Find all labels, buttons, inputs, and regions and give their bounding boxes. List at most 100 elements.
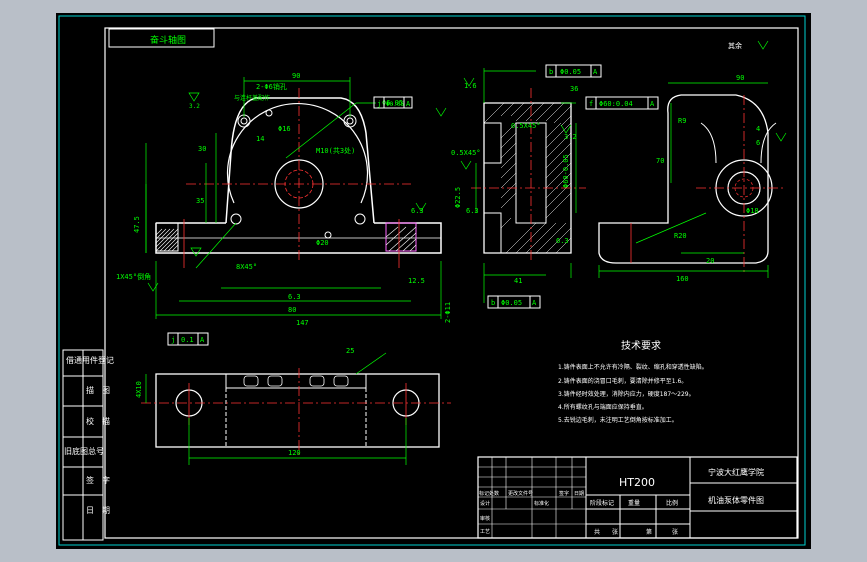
tb-total: 共 bbox=[594, 528, 600, 536]
side-section-view: 0.5X45° 0.5X45° 36 41 3.2 6.3 1.6 6.3 Φ6… bbox=[451, 68, 586, 303]
dim-front-47.5: 47.5 bbox=[133, 216, 141, 233]
dim-side-6.3: 6.3 bbox=[556, 237, 569, 245]
tol-bl-a: A bbox=[200, 336, 205, 344]
tol-front-a: A bbox=[406, 100, 411, 108]
right-view-note: 其余 bbox=[728, 41, 742, 50]
dim-right-6: 6 bbox=[756, 139, 760, 147]
side-label-3: 校 描 bbox=[86, 416, 110, 426]
tech-req-title: 技术要求 bbox=[621, 339, 661, 352]
tb-label-review: 审核 bbox=[480, 515, 490, 522]
dim-right-r20: R20 bbox=[674, 232, 687, 240]
cad-viewport: 奋斗轴图 借通用件登记 描 图 校 描 旧底图总号 签 字 日 期 90 80 … bbox=[56, 13, 811, 549]
dim-right-70: 70 bbox=[656, 157, 664, 165]
school-name: 宁波大红鹰学院 bbox=[708, 467, 764, 477]
tech-requirements: 技术要求 1.铸件表面上不允许有冷隔、裂纹、缩孔和穿透性缺陷。 2.铸件表面的浇… bbox=[558, 339, 708, 424]
side-labels: 借通用件登记 描 图 校 描 旧底图总号 签 字 日 期 bbox=[63, 350, 114, 540]
tol-sidebot-b: b bbox=[491, 299, 495, 307]
material: HT200 bbox=[619, 476, 655, 489]
front-view: 90 80 6.3 2-Φ6销孔 与连杆盖配作 Φ16 Φ6.05 M10(共3… bbox=[116, 72, 452, 327]
tech-req-5: 5.去锐边毛刺，未注明工艺倒角按标准加工。 bbox=[558, 416, 678, 424]
dim-front-90: 90 bbox=[292, 72, 300, 80]
dim-right-90: 90 bbox=[736, 74, 744, 82]
tol-bl-val: 0.1 bbox=[181, 336, 194, 344]
dim-right-4: 4 bbox=[756, 125, 760, 133]
tol-sidebot-val: Φ0.05 bbox=[501, 299, 522, 307]
tech-req-1: 1.铸件表面上不允许有冷隔、裂纹、缩孔和穿透性缺陷。 bbox=[558, 363, 708, 371]
tol-side-val: Φ0.05 bbox=[560, 68, 581, 76]
side-label-6: 日 期 bbox=[86, 506, 110, 515]
roughness-3.2: 3.2 bbox=[189, 103, 200, 110]
tolerance-frame-side-top: b Φ0.05 A bbox=[545, 64, 602, 78]
side-label-1: 借通用件登记 bbox=[66, 355, 114, 365]
dim-front-1x45: 1X45°倒角 bbox=[116, 272, 151, 281]
dim-side-6.3b: 6.3 bbox=[466, 207, 479, 215]
dim-front-6.3: 6.3 bbox=[288, 293, 301, 301]
dim-right-160: 160 bbox=[676, 275, 689, 283]
tb-sheet: 张 bbox=[672, 528, 678, 536]
dim-front-14: 14 bbox=[256, 135, 264, 143]
tol-side-a: A bbox=[593, 68, 598, 76]
dim-side-41: 41 bbox=[514, 277, 522, 285]
top-left-tag: 奋斗轴图 bbox=[150, 34, 186, 46]
inner-border bbox=[104, 27, 799, 539]
tol-sidemid-a: A bbox=[650, 100, 655, 108]
right-view: 160 90 R9 4 6 Φ18 R20 20 70 其余 bbox=[598, 41, 786, 283]
dim-side-phi60: Φ60-0.05 bbox=[562, 154, 570, 188]
tech-req-2: 2.铸件表面的浇冒口毛刺，要清除并修平至1.6。 bbox=[558, 377, 687, 385]
tol-sidemid-f: f bbox=[589, 100, 593, 108]
drawing-name: 机油泵体零件图 bbox=[708, 495, 764, 505]
dim-right-20: 20 bbox=[706, 257, 714, 265]
dim-front-chamfer: 8X45° bbox=[236, 263, 257, 271]
dim-side-phi22: Φ22.5 bbox=[454, 187, 462, 208]
dim-front-phi16: Φ16 bbox=[278, 125, 291, 133]
tol-front-j: j bbox=[377, 100, 381, 108]
dim-side-chamfer2: 0.5X45° bbox=[511, 122, 541, 130]
dim-front-6.3b: 6.3 bbox=[411, 207, 424, 215]
tb-label-change: 更改文件号 bbox=[508, 490, 533, 497]
tolerance-frame-bottom-left: j 0.1 A bbox=[167, 332, 209, 346]
dim-bottom-25: 25 bbox=[346, 347, 354, 355]
tb-stage: 阶段标记 bbox=[590, 499, 614, 507]
title-block: HT200 宁波大红鹰学院 机油泵体零件图 标记处数 更改文件号 签字 日期 设… bbox=[477, 456, 798, 539]
dim-pin-note: 与连杆盖配作 bbox=[234, 94, 270, 102]
dim-front-m10: M10(共3处) bbox=[316, 146, 355, 155]
tb-label-sign: 签字 bbox=[559, 490, 569, 497]
dim-bottom-120: 120 bbox=[288, 449, 301, 457]
dim-front-2phi11: 2-Φ11 bbox=[444, 302, 452, 323]
dim-bottom-4x10: 4X10 bbox=[135, 381, 143, 398]
dim-2-pinholes: 2-Φ6销孔 bbox=[256, 82, 287, 91]
tb-label-date: 日期 bbox=[574, 491, 584, 497]
tol-sidemid-val: Φ60:0.04 bbox=[599, 100, 633, 108]
tech-req-4: 4.所有螺纹孔与端面应保持垂直。 bbox=[558, 403, 648, 411]
tb-label-standard: 标准化 bbox=[534, 500, 549, 507]
dim-front-phi20: Φ20 bbox=[316, 239, 329, 247]
dim-front-35: 35 bbox=[196, 197, 204, 205]
tol-bl-j: j bbox=[171, 336, 175, 344]
side-label-5: 签 字 bbox=[86, 475, 110, 485]
dim-side-1.6: 1.6 bbox=[464, 82, 477, 90]
tb-no: 第 bbox=[646, 528, 652, 536]
tol-side-b: b bbox=[549, 68, 553, 76]
side-label-2: 描 图 bbox=[86, 385, 110, 395]
tol-front-val: Φ0.05 bbox=[386, 101, 404, 108]
tb-weight: 重量 bbox=[628, 499, 640, 507]
dim-front-12.5: 12.5 bbox=[408, 277, 425, 285]
tb-label-design: 设计 bbox=[480, 500, 490, 507]
dim-right-phi18: Φ18 bbox=[746, 207, 759, 215]
tb-label-process: 工艺 bbox=[480, 529, 490, 535]
drawing-canvas: 奋斗轴图 借通用件登记 描 图 校 描 旧底图总号 签 字 日 期 90 80 … bbox=[58, 15, 806, 546]
tb-label-marks: 标记处数 bbox=[479, 490, 499, 497]
tb-scale: 比例 bbox=[666, 499, 678, 507]
dim-front-80: 80 bbox=[288, 306, 296, 314]
tolerance-frame-side-mid: f Φ60:0.04 A bbox=[585, 96, 659, 110]
bottom-view: 120 25 4X10 bbox=[135, 347, 451, 465]
dim-front-147: 147 bbox=[296, 319, 309, 327]
dim-front-30: 30 bbox=[198, 145, 206, 153]
tech-req-3: 3.铸件经时效处理，消除内应力，硬度187～229。 bbox=[558, 390, 695, 398]
side-label-4: 旧底图总号 bbox=[64, 446, 104, 456]
tb-sheets: 张 bbox=[612, 528, 618, 536]
tol-sidebot-a: A bbox=[532, 299, 537, 307]
dim-side-3.2: 3.2 bbox=[564, 133, 577, 141]
dim-side-36: 36 bbox=[570, 85, 578, 93]
dim-side-chamfer: 0.5X45° bbox=[451, 149, 481, 157]
